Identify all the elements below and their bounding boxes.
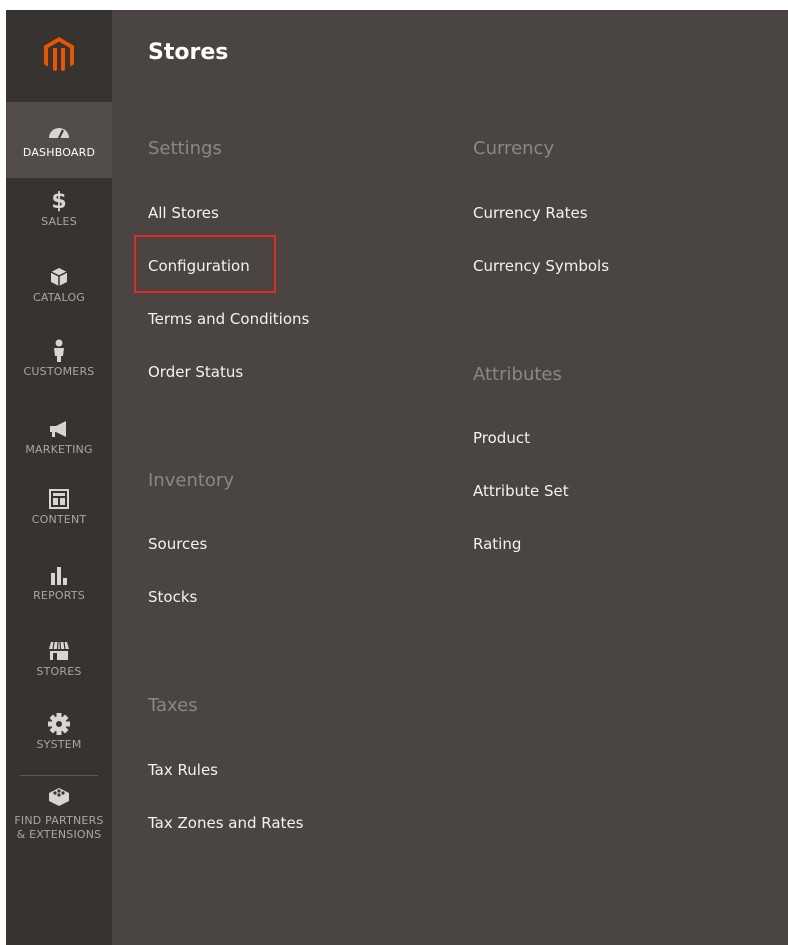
- sidebar-item-label: SALES: [41, 215, 77, 228]
- configuration-highlight-box: [134, 235, 276, 293]
- sidebar-item-label: STORES: [36, 665, 82, 678]
- menu-link-tax-zones-and-rates[interactable]: Tax Zones and Rates: [148, 814, 304, 832]
- menu-link-rating[interactable]: Rating: [473, 535, 521, 553]
- menu-link-stocks[interactable]: Stocks: [148, 588, 197, 606]
- sidebar-item-label: REPORTS: [33, 589, 85, 602]
- sidebar-item-content[interactable]: CONTENT: [6, 488, 112, 527]
- person-icon: [52, 339, 66, 362]
- sidebar-item-label: & EXTENSIONS: [16, 828, 102, 841]
- menu-link-currency-rates[interactable]: Currency Rates: [473, 204, 588, 222]
- menu-link-tax-rules[interactable]: Tax Rules: [148, 761, 218, 779]
- sidebar-item-find-partners[interactable]: FIND PARTNERS & EXTENSIONS: [6, 786, 112, 842]
- sidebar-item-marketing[interactable]: MARKETING: [6, 418, 112, 457]
- megaphone-icon: [48, 418, 70, 440]
- menu-link-attribute-set[interactable]: Attribute Set: [473, 482, 569, 500]
- sidebar-item-label: DASHBOARD: [22, 145, 96, 159]
- sidebar-item-label: CUSTOMERS: [23, 365, 95, 378]
- menu-link-order-status[interactable]: Order Status: [148, 363, 243, 381]
- panel-title: Stores: [148, 40, 229, 65]
- sidebar-item-label: SYSTEM: [36, 738, 82, 751]
- section-heading-attributes: Attributes: [473, 364, 562, 385]
- sidebar-item-sales[interactable]: $ SALES: [6, 188, 112, 229]
- sidebar-item-stores[interactable]: STORES: [6, 640, 112, 679]
- box-icon: [50, 266, 68, 288]
- bar-chart-icon: [49, 564, 69, 586]
- admin-frame: DASHBOARD $ SALES CATALOG CUSTOMERS MARK…: [6, 10, 788, 945]
- menu-link-terms-and-conditions[interactable]: Terms and Conditions: [148, 310, 309, 328]
- menu-link-product[interactable]: Product: [473, 429, 530, 447]
- gauge-icon: [48, 121, 70, 143]
- section-heading-taxes: Taxes: [148, 695, 198, 716]
- sidebar-item-label: CATALOG: [32, 291, 86, 304]
- blocks-icon: [48, 786, 70, 808]
- sidebar-item-label: MARKETING: [25, 443, 93, 456]
- sidebar-item-label: CONTENT: [31, 513, 87, 526]
- sidebar-item-customers[interactable]: CUSTOMERS: [6, 339, 112, 379]
- section-heading-inventory: Inventory: [148, 470, 234, 491]
- storefront-icon: [48, 640, 70, 662]
- menu-link-sources[interactable]: Sources: [148, 535, 207, 553]
- menu-link-currency-symbols[interactable]: Currency Symbols: [473, 257, 609, 275]
- section-heading-currency: Currency: [473, 138, 555, 159]
- layout-icon: [49, 488, 69, 510]
- menu-link-all-stores[interactable]: All Stores: [148, 204, 219, 222]
- sidebar-divider: [20, 775, 98, 776]
- sidebar-item-label: FIND PARTNERS: [14, 814, 104, 827]
- magento-logo[interactable]: [6, 10, 112, 100]
- section-heading-settings: Settings: [148, 138, 222, 159]
- dollar-icon: $: [51, 188, 67, 214]
- sidebar-item-catalog[interactable]: CATALOG: [6, 266, 112, 305]
- sidebar-item-system[interactable]: SYSTEM: [6, 713, 112, 752]
- sidebar-item-reports[interactable]: REPORTS: [6, 564, 112, 603]
- sidebar-item-dashboard[interactable]: DASHBOARD: [6, 102, 112, 178]
- gear-icon: [48, 713, 70, 735]
- admin-sidebar: DASHBOARD $ SALES CATALOG CUSTOMERS MARK…: [6, 10, 112, 945]
